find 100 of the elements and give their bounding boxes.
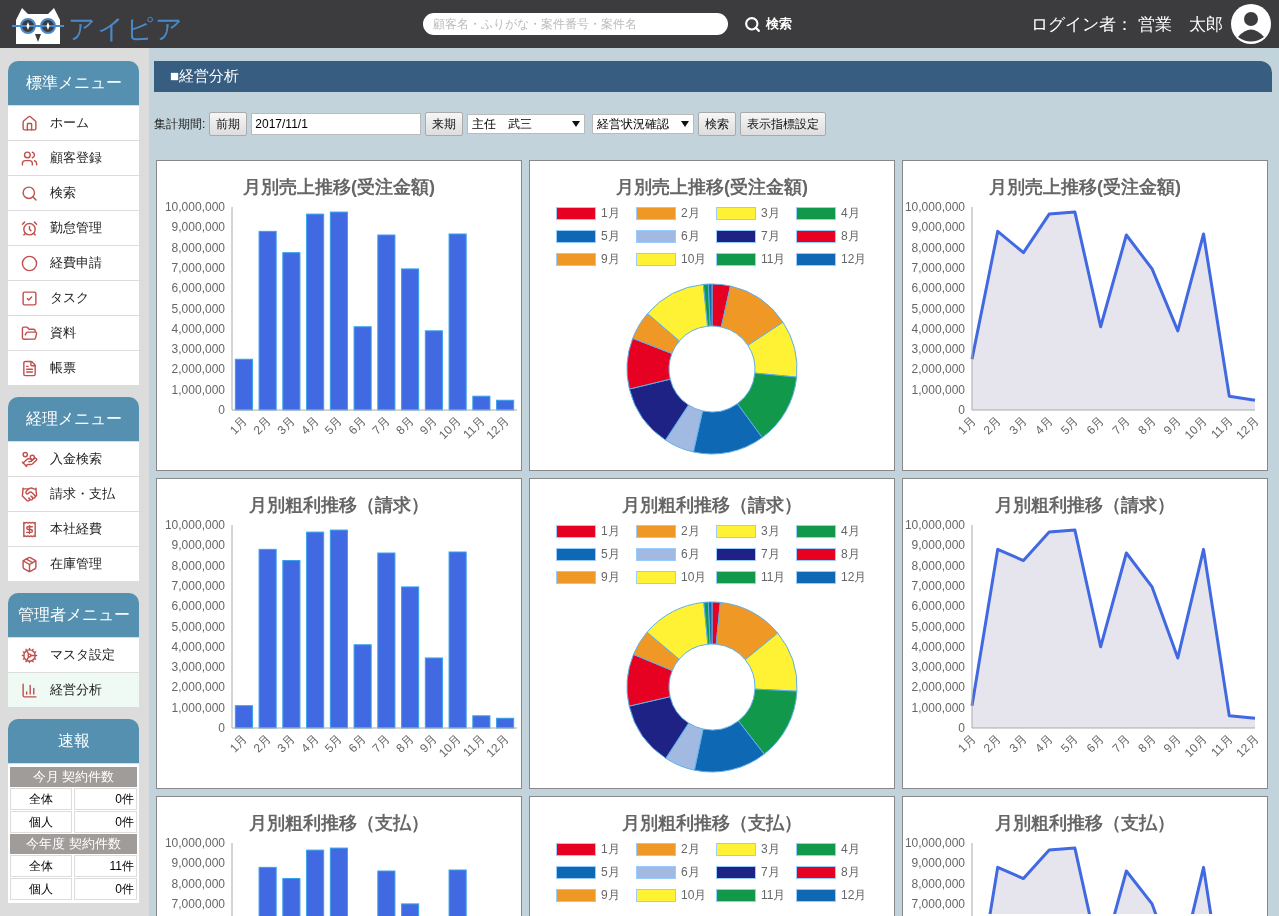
sidebar-item[interactable]: 勤怠管理 — [8, 211, 139, 245]
legend-label: 2月 — [681, 523, 700, 540]
table-cell: 個人 — [10, 811, 72, 833]
legend-label: 9月 — [601, 887, 620, 904]
legend-label: 11月 — [761, 887, 786, 904]
legend-label: 10月 — [681, 569, 707, 586]
bar — [282, 878, 301, 916]
legend-label: 5月 — [601, 546, 620, 563]
y-tick-label: 8,000,000 — [911, 558, 965, 573]
sidebar-item[interactable]: 在庫管理 — [8, 547, 139, 581]
legend-label: 12月 — [841, 569, 867, 586]
x-tick-label: 6月 — [1083, 414, 1107, 438]
y-tick-label: 1,000,000 — [171, 382, 225, 397]
table-section-header: 今月 契約件数 — [10, 767, 137, 787]
package-icon — [21, 555, 38, 573]
table-cell: 全体 — [10, 788, 72, 810]
y-tick-label: 8,000,000 — [171, 240, 225, 255]
legend-label: 8月 — [841, 864, 860, 881]
legend-label: 5月 — [601, 864, 620, 881]
legend-label: 2月 — [681, 205, 700, 222]
y-tick-label: 9,000,000 — [171, 220, 225, 235]
sidebar-item[interactable]: 本社経費 — [8, 512, 139, 546]
legend-label: 4月 — [841, 205, 860, 222]
chart-title: 月別売上推移(受注金額) — [243, 176, 435, 199]
y-tick-label: 5,000,000 — [911, 619, 965, 634]
x-tick-label: 1月 — [226, 732, 250, 756]
sidebar-item[interactable]: 経営分析 — [8, 673, 139, 707]
staff-select[interactable]: 主任 武三 — [467, 114, 586, 134]
legend-label: 3月 — [761, 205, 780, 222]
receipt-icon — [21, 520, 38, 538]
sidebar-item[interactable]: 経費申請 — [8, 246, 139, 280]
legend-label: 10月 — [681, 887, 707, 904]
chart-title: 月別粗利推移（支払） — [622, 812, 802, 835]
y-tick-label: 8,000,000 — [171, 876, 225, 891]
sidebar-item[interactable]: 検索 — [8, 176, 139, 210]
x-tick-label: 5月 — [1057, 414, 1082, 438]
y-tick-label: 2,000,000 — [171, 680, 225, 695]
sidebar-item[interactable]: 顧客登録 — [8, 141, 139, 175]
sidebar-item-label: 資料 — [50, 324, 76, 342]
sidebar-item[interactable]: 請求・支払 — [8, 477, 139, 511]
menu-header: 標準メニュー — [8, 61, 139, 105]
bar — [329, 847, 348, 916]
x-tick-label: 6月 — [345, 414, 369, 438]
legend-label: 2月 — [681, 841, 700, 858]
table-section-header: 今年度 契約件数 — [10, 834, 137, 854]
sidebar-item[interactable]: ホーム — [8, 106, 139, 140]
menu-header: 管理者メニュー — [8, 593, 139, 637]
x-tick-label: 7月 — [369, 732, 393, 756]
sidebar-item-label: 経費申請 — [50, 254, 102, 272]
y-tick-label: 3,000,000 — [171, 660, 225, 675]
x-tick-label: 3月 — [274, 414, 298, 438]
sidebar-item[interactable]: 入金検索 — [8, 442, 139, 476]
y-tick-label: 0 — [958, 721, 965, 735]
table-cell: 全体 — [10, 855, 72, 877]
handshake-icon — [21, 485, 38, 503]
y-tick-label: 2,000,000 — [171, 362, 225, 377]
sidebar-item-label: 在庫管理 — [50, 555, 102, 573]
y-tick-label: 7,000,000 — [911, 896, 965, 911]
y-tick-label: 9,000,000 — [171, 856, 225, 871]
checkbox-icon — [21, 289, 38, 307]
y-tick-label: 1,000,000 — [171, 700, 225, 715]
y-tick-label: 1,000,000 — [911, 382, 965, 397]
table-cell: 0件 — [74, 788, 137, 810]
legend-label: 6月 — [681, 228, 700, 245]
chart-title: 月別粗利推移（請求） — [995, 494, 1175, 517]
y-tick-label: 4,000,000 — [911, 321, 965, 336]
search-button[interactable]: 検索 — [698, 112, 737, 136]
sidebar-item-label: 経営分析 — [50, 681, 102, 699]
x-tick-label: 6月 — [1083, 732, 1107, 756]
mode-select[interactable]: 経営状況確認 — [592, 114, 695, 134]
circle-icon — [21, 254, 38, 272]
legend-label: 9月 — [601, 569, 620, 586]
x-tick-label: 2月 — [250, 732, 274, 756]
sidebar-item[interactable]: 帳票 — [8, 351, 139, 385]
legend-label: 3月 — [761, 523, 780, 540]
y-tick-label: 6,000,000 — [911, 281, 965, 296]
sidebar-item[interactable]: マスタ設定 — [8, 638, 139, 672]
x-tick-label: 9月 — [1160, 732, 1184, 756]
y-tick-label: 6,000,000 — [911, 599, 965, 614]
sidebar-item[interactable]: 資料 — [8, 316, 139, 350]
indicator-settings-button[interactable]: 表示指標設定 — [740, 112, 827, 136]
legend-label: 8月 — [841, 228, 860, 245]
next-period-button[interactable]: 来期 — [425, 112, 464, 136]
search-button[interactable]: 検索 — [744, 15, 793, 33]
sidebar-item[interactable]: タスク — [8, 281, 139, 315]
y-tick-label: 5,000,000 — [911, 301, 965, 316]
user-avatar-icon[interactable] — [1231, 4, 1271, 44]
y-tick-label: 4,000,000 — [911, 639, 965, 654]
search-field[interactable]: 顧客名・ふりがな・案件番号・案件名 — [423, 13, 729, 35]
document-icon — [21, 359, 38, 377]
y-tick-label: 8,000,000 — [911, 876, 965, 891]
y-tick-label: 10,000,000 — [164, 837, 225, 850]
x-tick-label: 10月 — [1181, 732, 1210, 761]
table-cell: 個人 — [10, 878, 72, 900]
chart-title: 月別粗利推移（支払） — [249, 812, 429, 835]
previous-period-button[interactable]: 前期 — [209, 112, 248, 136]
bar — [472, 395, 491, 411]
date-field[interactable]: 2017/11/1 — [251, 113, 422, 135]
y-tick-label: 8,000,000 — [171, 558, 225, 573]
x-tick-label: 4月 — [298, 414, 322, 438]
